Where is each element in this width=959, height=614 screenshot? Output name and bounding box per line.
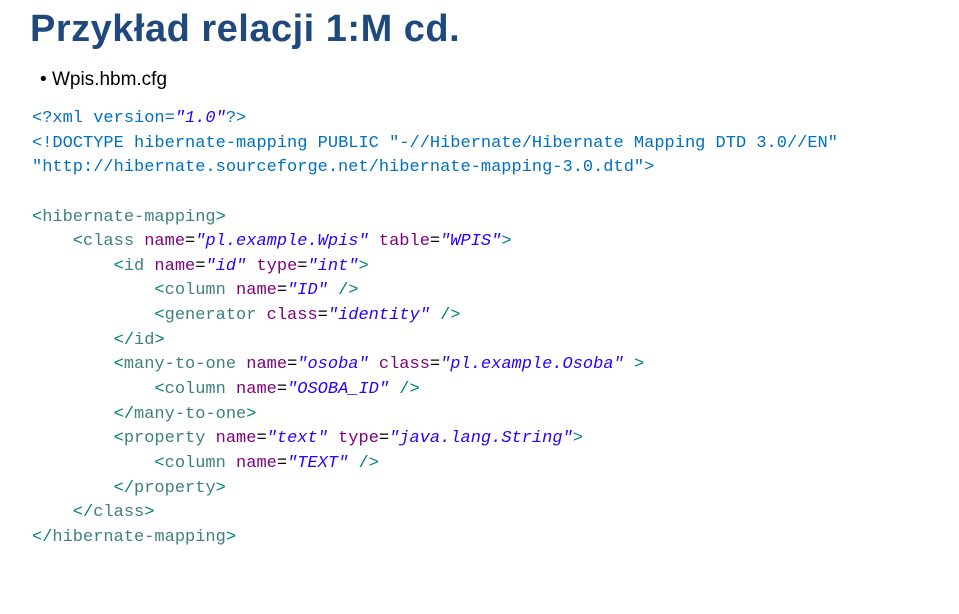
code-text: many-to-one	[124, 355, 236, 374]
code-listing: <?xml version="1.0"?> <!DOCTYPE hibernat…	[32, 107, 929, 551]
code-text: <	[32, 429, 124, 448]
code-text: hibernate-mapping	[52, 528, 225, 547]
code-text: <	[32, 355, 124, 374]
code-text: "WPIS"	[440, 232, 501, 251]
code-text: ?>	[226, 109, 246, 128]
code-text: >	[573, 429, 583, 448]
code-text: table	[369, 232, 430, 251]
code-text: column	[165, 454, 226, 473]
code-text: "id"	[205, 257, 246, 276]
code-text: id	[124, 257, 144, 276]
code-text: id	[134, 331, 154, 350]
code-text: <	[32, 281, 165, 300]
code-text: generator	[165, 306, 257, 325]
code-text: "http://hibernate.sourceforge.net/hibern…	[32, 158, 644, 177]
code-text: =	[318, 306, 328, 325]
code-text: class	[93, 503, 144, 522]
code-text: />	[328, 281, 359, 300]
code-text: </	[32, 479, 134, 498]
code-text: >	[359, 257, 369, 276]
code-text: =	[277, 281, 287, 300]
code-text: </	[32, 528, 52, 547]
code-text: hibernate-mapping	[124, 134, 318, 153]
code-text: <	[32, 454, 165, 473]
code-text: =	[256, 429, 266, 448]
code-text: type	[246, 257, 297, 276]
slide-title: Przykład relacji 1:M cd.	[30, 8, 929, 51]
code-text: name	[236, 355, 287, 374]
code-text: <	[32, 380, 165, 399]
code-text: type	[328, 429, 379, 448]
code-text: >	[624, 355, 644, 374]
code-text: =	[430, 355, 440, 374]
code-text: =	[195, 257, 205, 276]
bullet-item: Wpis.hbm.cfg	[40, 69, 929, 91]
code-text: PUBLIC	[318, 134, 379, 153]
code-text: class	[256, 306, 317, 325]
code-text: column	[165, 281, 226, 300]
code-text: =	[277, 454, 287, 473]
code-text: "text"	[267, 429, 328, 448]
code-text: class	[83, 232, 134, 251]
code-text: />	[430, 306, 461, 325]
code-text: >	[644, 158, 654, 177]
code-text: <?xml version=	[32, 109, 175, 128]
code-text: "pl.example.Wpis"	[195, 232, 368, 251]
code-text: >	[246, 405, 256, 424]
code-text: "int"	[307, 257, 358, 276]
code-text: >	[226, 528, 236, 547]
code-text: name	[226, 454, 277, 473]
code-text: />	[389, 380, 420, 399]
code-text: "ID"	[287, 281, 328, 300]
code-text: >	[154, 331, 164, 350]
code-text: name	[134, 232, 185, 251]
code-text: <	[32, 306, 165, 325]
code-text: <	[32, 232, 83, 251]
code-text: "-//Hibernate/Hibernate Mapping DTD 3.0/…	[379, 134, 838, 153]
code-text: property	[124, 429, 206, 448]
code-text: >	[144, 503, 154, 522]
code-text: >	[216, 479, 226, 498]
code-text: =	[277, 380, 287, 399]
code-text: column	[165, 380, 226, 399]
code-text: </	[32, 503, 93, 522]
code-text: >	[216, 208, 226, 227]
code-text: name	[226, 380, 277, 399]
code-text: />	[348, 454, 379, 473]
code-text: =	[185, 232, 195, 251]
code-text: <	[32, 257, 124, 276]
code-text: name	[226, 281, 277, 300]
code-text: =	[430, 232, 440, 251]
code-text: </	[32, 405, 134, 424]
code-text: "osoba"	[297, 355, 368, 374]
code-text: >	[501, 232, 511, 251]
code-text: "identity"	[328, 306, 430, 325]
code-text: "java.lang.String"	[389, 429, 573, 448]
code-text: <!DOCTYPE	[32, 134, 124, 153]
code-text: =	[287, 355, 297, 374]
code-text: "pl.example.Osoba"	[440, 355, 624, 374]
code-text: "OSOBA_ID"	[287, 380, 389, 399]
code-text: name	[144, 257, 195, 276]
slide-content: Przykład relacji 1:M cd. Wpis.hbm.cfg <?…	[0, 0, 959, 571]
code-text: many-to-one	[134, 405, 246, 424]
code-text: =	[379, 429, 389, 448]
code-text: property	[134, 479, 216, 498]
code-text: name	[205, 429, 256, 448]
code-text: hibernate-mapping	[42, 208, 215, 227]
code-text: =	[297, 257, 307, 276]
code-text: "1.0"	[175, 109, 226, 128]
code-text: </	[32, 331, 134, 350]
code-text: class	[369, 355, 430, 374]
code-text: <	[32, 208, 42, 227]
code-text: "TEXT"	[287, 454, 348, 473]
